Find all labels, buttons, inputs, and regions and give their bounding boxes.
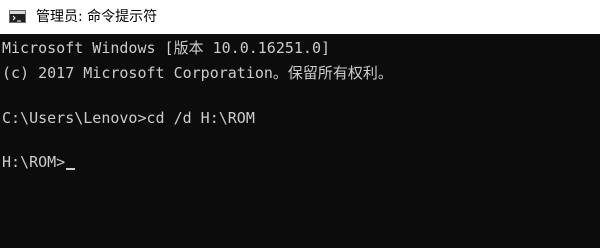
console-line-command: C:\Users\Lenovo>cd /d H:\ROM (2, 109, 255, 127)
cmd-icon (9, 10, 26, 23)
command-prompt-window: 管理员: 命令提示符 Microsoft Windows [版本 10.0.16… (0, 0, 600, 248)
text-cursor (66, 168, 76, 170)
console-output[interactable]: Microsoft Windows [版本 10.0.16251.0] (c) … (0, 34, 600, 248)
console-line-version: Microsoft Windows [版本 10.0.16251.0] (2, 39, 331, 57)
window-title: 管理员: 命令提示符 (36, 9, 158, 25)
title-bar[interactable]: 管理员: 命令提示符 (0, 0, 600, 34)
console-prompt-line[interactable]: H:\ROM> (2, 152, 76, 172)
console-prompt: H:\ROM> (2, 153, 66, 171)
console-line-copyright: (c) 2017 Microsoft Corporation。保留所有权利。 (2, 64, 393, 82)
